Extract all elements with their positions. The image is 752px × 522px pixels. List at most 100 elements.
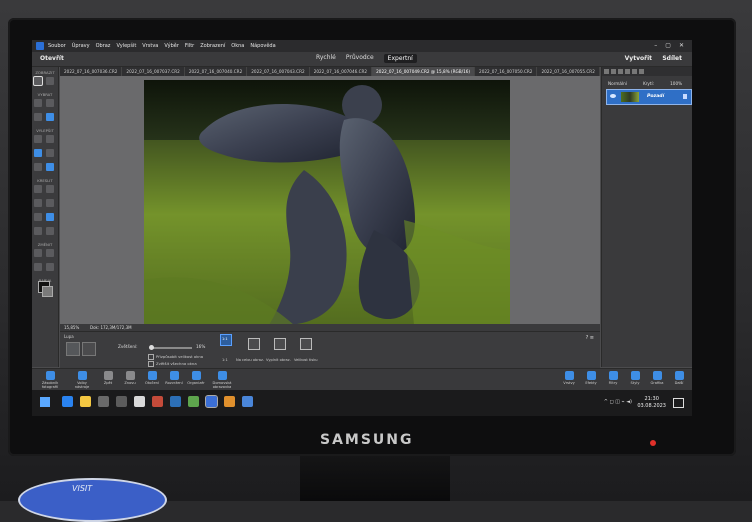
background-color-swatch[interactable] [42,286,53,297]
opacity-value[interactable]: 100% [670,81,682,86]
eraser-tool-icon[interactable] [46,185,54,193]
lasso-tool-icon[interactable] [34,113,42,121]
eyedropper-tool-icon[interactable] [46,227,54,235]
home-screen-button[interactable]: Domovská obrazovka [210,371,234,389]
menu-item-select[interactable]: Výběr [164,43,179,49]
document-tab[interactable]: 2022_07_16_007055.CR2 [537,67,600,76]
windows-start-icon[interactable] [40,397,50,407]
graphics-button[interactable]: Grafika [645,371,669,385]
chrome-icon[interactable] [224,396,235,407]
styles-button[interactable]: Styly [623,371,647,385]
blur-tool-icon[interactable] [34,163,42,171]
edge-icon[interactable] [62,396,73,407]
eye-tool-icon[interactable] [34,135,42,143]
visibility-eye-icon[interactable] [610,94,616,98]
marquee-tool-icon[interactable] [46,99,54,107]
blend-mode-select[interactable]: Normální [608,81,627,86]
notification-icon[interactable] [673,398,684,408]
layer-row-background[interactable]: Pozadí [606,89,692,105]
organizer-button[interactable]: Organizér [184,371,208,385]
sponge-tool-icon[interactable] [46,163,54,171]
menu-item-view[interactable]: Zobrazení [200,43,225,49]
resize-window-checkbox[interactable]: Přizpůsobit velikost okna [148,354,203,360]
tool-options-button[interactable]: Volby nástroje [70,371,94,389]
document-tab[interactable]: 2022_07_16_007036.CR2 [60,67,123,76]
fill-screen-button[interactable] [274,338,286,350]
paint-bucket-tool-icon[interactable] [34,199,42,207]
app-icon[interactable] [242,396,253,407]
menu-item-layer[interactable]: Vrstva [142,43,158,49]
recompose-tool-icon[interactable] [46,249,54,257]
fit-screen-button[interactable] [248,338,260,350]
content-aware-move-tool-icon[interactable] [34,263,42,271]
menu-item-filter[interactable]: Filtr [185,43,194,49]
zoom-in-button[interactable] [66,342,80,356]
mail-icon[interactable] [98,396,109,407]
hand-tool-icon[interactable] [46,77,54,85]
maximize-icon[interactable]: ▢ [665,42,671,49]
share-button[interactable]: Sdílet [662,55,682,62]
photo-bin-button[interactable]: Zásobník fotografií [38,371,62,389]
gradient-tool-icon[interactable] [46,199,54,207]
effects-button[interactable]: Efekty [579,371,603,385]
type-tool-icon[interactable] [34,227,42,235]
zoom-value[interactable]: 16% [196,344,205,349]
open-button[interactable]: Otevřít [40,55,64,62]
document-tab[interactable]: 2022_07_16_007050.CR2 [475,67,538,76]
clone-stamp-tool-icon[interactable] [46,149,54,157]
store-icon[interactable] [134,396,145,407]
create-button[interactable]: Vytvořit [625,55,652,62]
zoom-slider[interactable] [149,345,192,350]
menu-item-enhance[interactable]: Vylepšit [116,43,136,49]
menu-item-file[interactable]: Soubor [48,43,66,49]
menu-item-window[interactable]: Okna [231,43,244,49]
undo-button[interactable]: Zpět [96,371,120,385]
filters-icon [608,371,618,380]
document-tab[interactable]: 2022_07_16_007040.CR2 [185,67,248,76]
zoom-tool-icon[interactable] [33,76,43,86]
file-explorer-icon[interactable] [80,396,91,407]
spot-heal-tool-icon[interactable] [46,135,54,143]
mode-quick[interactable]: Rychlé [316,54,336,63]
zoom-out-button[interactable] [82,342,96,356]
more-button[interactable]: Další [667,371,691,385]
actual-size-button[interactable]: 1:1 [220,334,232,346]
menu-item-help[interactable]: Nápověda [250,43,275,49]
app-icon[interactable] [170,396,181,407]
mode-expert[interactable]: Expertní [383,54,417,63]
mode-guided[interactable]: Průvodce [346,54,374,63]
print-size-button[interactable] [300,338,312,350]
layout-button[interactable]: Rozvržení [162,371,186,385]
zoom-slider-knob[interactable] [149,345,154,350]
photoshop-elements-taskbar-icon[interactable] [205,395,218,408]
taskbar-clock[interactable]: 21:30 03.08.2023 [637,396,666,410]
app-icon[interactable] [116,396,127,407]
menu-item-edit[interactable]: Úpravy [72,43,90,49]
zoom-all-windows-checkbox[interactable]: Zvětšit všechna okna [148,361,197,367]
filters-button[interactable]: Filtry [601,371,625,385]
system-tray[interactable]: ^ ◻ ◫ ⌁ ◄) [604,399,632,405]
help-icon[interactable]: ? ≡ [586,335,594,341]
layers-button[interactable]: Vrstvy [557,371,581,385]
move-tool-icon[interactable] [34,99,42,107]
pencil-tool-icon[interactable] [46,213,54,221]
straighten-tool-icon[interactable] [46,263,54,271]
redo-button[interactable]: Znovu [118,371,142,385]
document-tab[interactable]: 2022_07_16_007046.CR2 [310,67,373,76]
canvas-area[interactable] [60,76,600,331]
rotate-button[interactable]: Otočení [140,371,164,385]
quick-select-tool-icon[interactable] [46,113,54,121]
photo-sculpture[interactable] [144,80,510,325]
document-tab[interactable]: 2022_07_16_007037.CR2 [122,67,185,76]
menu-item-image[interactable]: Obraz [96,43,111,49]
close-icon[interactable]: ✕ [679,42,684,49]
shape-tool-icon[interactable] [34,213,42,221]
document-tab-active[interactable]: 2022_07_16_007049.CR2 @ 15,8% (RGB/16) [372,67,476,76]
crop-tool-icon[interactable] [34,249,42,257]
smart-brush-tool-icon[interactable] [34,149,42,157]
brush-tool-icon[interactable] [34,185,42,193]
app-icon[interactable] [188,396,199,407]
minimize-icon[interactable]: – [654,42,657,49]
document-tab[interactable]: 2022_07_16_007043.CR2 [247,67,310,76]
app-icon[interactable] [152,396,163,407]
